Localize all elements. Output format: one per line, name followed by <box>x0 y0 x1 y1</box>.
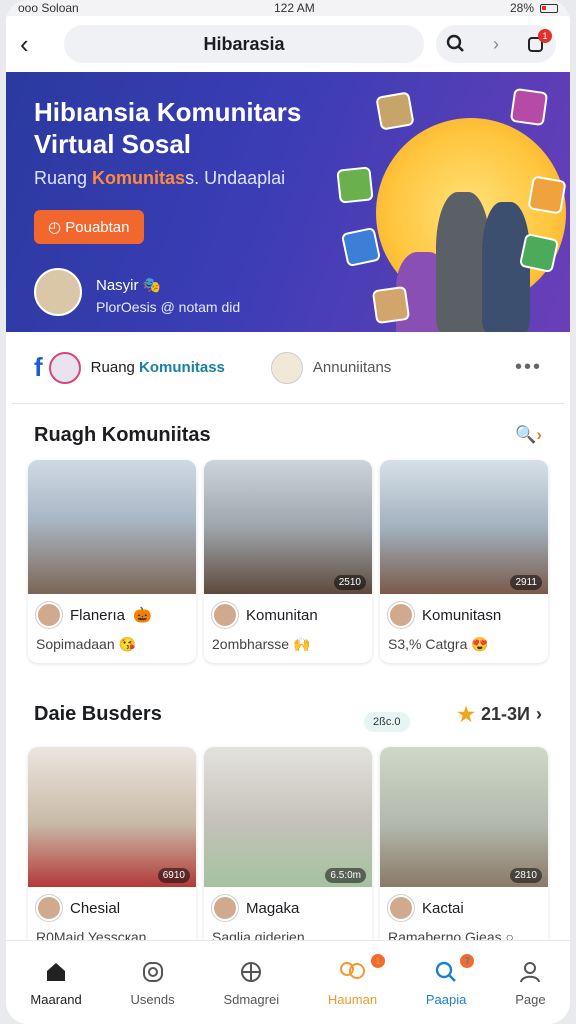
card-photo: 6910 <box>28 747 196 887</box>
avatar <box>212 602 238 628</box>
tab-bar: f Ruang Komunitass Annuniitans ••• <box>12 332 564 404</box>
nav-item-page[interactable]: Page <box>515 958 546 1007</box>
nav-badge: 7 <box>460 954 475 968</box>
home-icon <box>44 958 68 986</box>
card-photo: 2911 <box>380 460 548 594</box>
floating-photo-tile <box>340 226 382 268</box>
person-card[interactable]: 6.5:0m Magaka Saglia giderien <box>204 747 372 955</box>
status-bar: ooo Soloan 122 AM 28% <box>6 0 570 16</box>
avatar <box>212 895 238 921</box>
battery-percent: 28% <box>509 1 534 15</box>
section-header-1: Ruagh Komuniitas 🔍› <box>6 410 570 460</box>
battery-icon <box>540 3 558 13</box>
floating-photo-tile <box>509 87 549 127</box>
phone-screen: ooo Soloan 122 AM 28% ‹ Hibarasia › 1 Hi… <box>6 0 570 1024</box>
back-arrow-icon[interactable]: ‹ <box>20 29 52 60</box>
people-card-list: 6910 Chesial R0Maid Yesscкan 6.5:0m Maga… <box>6 747 570 955</box>
card-photo: 6.5:0m <box>204 747 372 887</box>
community-card-list: Flanerıa 🎃 Sopimadaan 😘 2510 Komunitan 2… <box>6 460 570 663</box>
emoji-icon: 🎭 <box>142 277 162 294</box>
search-icon[interactable] <box>436 25 476 63</box>
hero-person-desc: PlorOesis @ notam did <box>96 299 241 315</box>
avatar <box>388 602 414 628</box>
chevron-right-icon: › <box>536 703 542 724</box>
avatar <box>36 895 62 921</box>
section-title: Ruagh Komuniitas <box>34 423 211 446</box>
card-name: Kactai <box>422 899 464 917</box>
nav-badge: 1 <box>371 954 386 968</box>
notification-badge: 1 <box>538 29 552 43</box>
card-photo: 2810 <box>380 747 548 887</box>
floating-photo-tile <box>375 91 415 131</box>
card-name: Komunitan <box>246 606 318 624</box>
chevron-right-icon[interactable]: › <box>476 25 516 63</box>
hero-person-name: Nasyir 🎭 <box>96 277 162 294</box>
section-header-2: Daie Busders ★ 21-3И › <box>6 689 570 739</box>
duration-badge: 2510 <box>333 575 366 590</box>
card-sub: S3,% Catgra 😍 <box>388 636 489 652</box>
notification-icon[interactable]: 1 <box>516 25 556 63</box>
search-more-icon[interactable]: 🔍› <box>515 425 542 445</box>
card-name: Komunitasn <box>422 606 502 624</box>
hero-title: Hibıansia Komunitars Virtual Sosal <box>34 97 302 159</box>
card-photo: 2510 <box>204 460 372 594</box>
card-name: Magaka <box>246 899 300 917</box>
nav-item-usends[interactable]: Usends <box>131 958 175 1007</box>
tab-annuniitans[interactable]: Annuniitans <box>270 351 391 384</box>
clock-icon: ◴ <box>48 219 66 236</box>
date-range[interactable]: ★ 21-3И › <box>457 702 542 727</box>
tab-ruang-komunitas[interactable]: f Ruang Komunitass <box>34 351 225 384</box>
page-title: Hibarasia <box>64 25 424 63</box>
community-icon <box>338 958 366 986</box>
floating-photo-tile <box>518 232 560 274</box>
community-card[interactable]: 2510 Komunitan 2ombharsse 🙌 <box>204 460 372 663</box>
top-actions: › 1 <box>436 25 556 63</box>
chat-bubble: 2ßc.0 <box>364 712 410 732</box>
avatar <box>388 895 414 921</box>
person-card[interactable]: 2810 Kactai Ramaberno Gieas ○ <box>380 747 548 955</box>
nav-item-sdmagrei[interactable]: Sdmagrei <box>223 958 279 1007</box>
card-sub: 2ombharsse 🙌 <box>212 636 311 652</box>
bottom-nav: Maarand Usends Sdmagrei 1 Hauman 7 Paapi… <box>6 940 570 1024</box>
emoji-icon: 🎃 <box>133 607 152 624</box>
user-icon <box>518 958 542 986</box>
community-card[interactable]: Flanerıa 🎃 Sopimadaan 😘 <box>28 460 196 663</box>
group-avatar-icon <box>270 351 303 384</box>
globe-icon <box>239 958 263 986</box>
floating-photo-tile <box>371 285 411 325</box>
hero-subtitle: Ruang Komunitass. Undaaplai <box>34 168 286 188</box>
duration-badge: 6910 <box>157 868 190 883</box>
emoji-icon: 😘 <box>118 636 136 652</box>
hero-banner: Hibıansia Komunitars Virtual Sosal Ruang… <box>6 72 570 332</box>
card-photo <box>28 460 196 594</box>
section-title: Daie Busders <box>34 702 162 725</box>
top-bar: ‹ Hibarasia › 1 <box>6 16 570 72</box>
card-sub: Sopimadaan 😘 <box>36 636 136 652</box>
hero-cta-button[interactable]: ◴ Pouabtan <box>34 210 144 244</box>
card-name: Flanerıa <box>70 606 126 624</box>
circle-icon <box>141 958 165 986</box>
card-name: Chesial <box>70 899 121 917</box>
floating-photo-tile <box>336 166 374 204</box>
floating-photo-tile <box>527 175 567 215</box>
person-card[interactable]: 6910 Chesial R0Maid Yesscкan <box>28 747 196 955</box>
star-icon: ★ <box>457 703 476 726</box>
nav-item-home[interactable]: Maarand <box>30 958 82 1007</box>
carrier-label: ooo Soloan <box>18 1 79 15</box>
facebook-icon: f <box>34 352 43 382</box>
community-card[interactable]: 2911 Komunitasn S3,% Catgra 😍 <box>380 460 548 663</box>
duration-badge: 6.5:0m <box>325 868 366 883</box>
emoji-icon: 😍 <box>471 636 489 652</box>
emoji-icon: 🙌 <box>292 636 311 652</box>
time-label: 122 AM <box>274 1 315 15</box>
avatar <box>36 602 62 628</box>
avatar <box>48 351 81 384</box>
duration-badge: 2911 <box>510 575 542 590</box>
duration-badge: 2810 <box>509 868 542 883</box>
search-icon <box>434 958 458 986</box>
nav-item-paapia[interactable]: 7 Paapia <box>426 954 475 1007</box>
nav-item-hauman[interactable]: 1 Hauman <box>328 954 386 1007</box>
more-options-icon[interactable]: ••• <box>515 356 542 379</box>
hero-avatar[interactable] <box>34 268 82 316</box>
